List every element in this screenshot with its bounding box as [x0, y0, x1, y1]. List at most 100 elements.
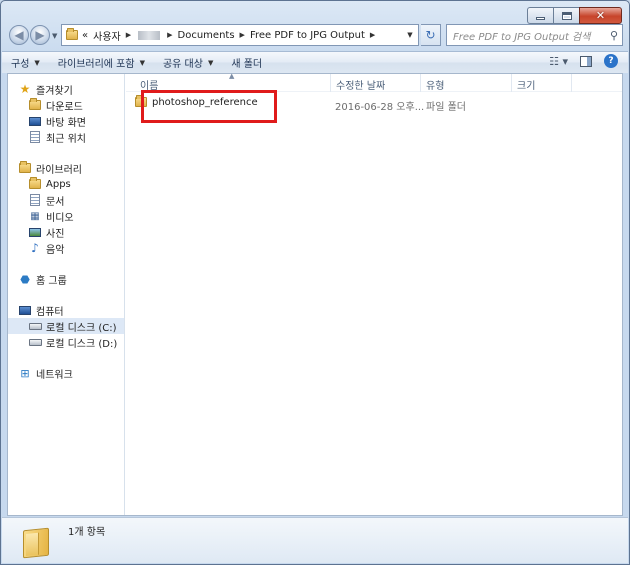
sidebar-item-homegroup[interactable]: ⬣ 홈 그룹 — [18, 271, 124, 287]
chevron-right-icon[interactable]: ▶ — [370, 31, 375, 39]
include-in-library-label: 라이브러리에 포함 — [57, 59, 135, 70]
file-type: 파일 폴더 — [426, 102, 466, 113]
homegroup-icon: ⬣ — [20, 272, 30, 286]
sidebar-label: 최근 위치 — [46, 133, 86, 145]
sidebar-label: 네트워크 — [36, 369, 73, 381]
help-icon[interactable]: ? — [604, 54, 618, 68]
folder-icon — [23, 527, 49, 559]
sidebar-item-desktop[interactable]: 바탕 화면 — [28, 113, 124, 129]
new-folder-button[interactable]: 새 폴더 — [222, 53, 271, 73]
sidebar-item-local-disk-d[interactable]: 로컬 디스크 (D:) — [28, 334, 124, 350]
sidebar-label: 음악 — [46, 244, 65, 256]
sidebar-item-music[interactable]: ♪ 음악 — [28, 240, 124, 256]
address-segment-documents[interactable]: Documents — [178, 30, 235, 41]
pictures-icon — [28, 226, 42, 238]
sidebar-label: Apps — [46, 178, 71, 190]
sidebar-item-libraries[interactable]: 라이브러리 — [18, 160, 124, 176]
refresh-icon: ↻ — [425, 28, 436, 42]
sidebar-item-pictures[interactable]: 사진 — [28, 224, 124, 240]
include-in-library-button[interactable]: 라이브러리에 포함 ▼ — [49, 53, 154, 73]
window-controls: ✕ — [527, 7, 622, 24]
recent-pages-dropdown-icon[interactable]: ▼ — [52, 32, 57, 40]
preview-pane-icon[interactable] — [580, 55, 592, 67]
maximize-icon — [561, 11, 572, 20]
address-segment-users[interactable]: 사용자 — [93, 28, 121, 43]
nav-buttons: ◀ ▶ ▼ — [7, 24, 59, 46]
sidebar-label: 컴퓨터 — [36, 306, 64, 318]
sidebar-label: 홈 그룹 — [36, 275, 67, 287]
sidebar-label: 다운로드 — [46, 101, 83, 113]
column-divider[interactable] — [420, 74, 421, 92]
command-bar: 구성 ▼ 라이브러리에 포함 ▼ 공유 대상 ▼ 새 폴더 ☷ ▾ ? — [2, 51, 628, 73]
address-overflow[interactable]: « — [82, 30, 88, 41]
column-header-type[interactable]: 유형 — [426, 77, 444, 92]
sidebar-item-local-disk-c[interactable]: 로컬 디스크 (C:) — [8, 318, 124, 334]
address-bar[interactable]: « 사용자 ▶ ▶ Documents ▶ Free PDF to JPG Ou… — [61, 24, 419, 46]
sidebar-item-documents[interactable]: 문서 — [28, 192, 124, 208]
chevron-down-icon: ▼ — [139, 58, 145, 67]
address-dropdown-icon[interactable]: ▼ — [402, 25, 418, 45]
item-count: 1개 항목 — [68, 527, 106, 538]
organize-label: 구성 — [11, 59, 30, 70]
share-with-label: 공유 대상 — [162, 59, 203, 70]
sidebar-item-downloads[interactable]: 다운로드 — [28, 97, 124, 113]
back-button[interactable]: ◀ — [9, 25, 29, 45]
highlight-box — [141, 90, 277, 123]
sidebar-label: 즐겨찾기 — [36, 85, 73, 97]
network-icon: ⊞ — [20, 366, 30, 380]
chevron-right-icon[interactable]: ▶ — [240, 31, 245, 39]
view-options-icon[interactable]: ☷ ▾ — [549, 55, 568, 68]
sidebar-label: 사진 — [46, 228, 65, 240]
music-icon: ♪ — [31, 241, 39, 255]
computer-icon — [18, 304, 32, 316]
close-icon: ✕ — [595, 9, 606, 22]
refresh-button[interactable]: ↻ — [421, 24, 441, 46]
sidebar-label: 문서 — [46, 196, 65, 208]
minimize-button[interactable] — [527, 7, 553, 24]
libraries-icon — [18, 161, 32, 174]
column-divider[interactable] — [571, 74, 572, 92]
maximize-button[interactable] — [553, 7, 579, 24]
file-list: 이름 ▲ 수정한 날짜 유형 크기 photoshop_reference 20… — [126, 72, 622, 515]
column-header-date[interactable]: 수정한 날짜 — [336, 77, 385, 92]
search-box[interactable]: Free PDF to JPG Output 검색 ⚲ — [446, 24, 623, 46]
minimize-icon — [536, 17, 545, 20]
column-divider[interactable] — [511, 74, 512, 92]
sidebar-item-apps[interactable]: Apps — [28, 176, 124, 192]
sidebar-item-computer[interactable]: 컴퓨터 — [18, 302, 124, 318]
sidebar-label: 로컬 디스크 (C:) — [46, 322, 117, 334]
organize-button[interactable]: 구성 ▼ — [2, 53, 49, 73]
sidebar-item-recent-places[interactable]: 최근 위치 — [28, 129, 124, 145]
column-header-size[interactable]: 크기 — [517, 77, 535, 92]
explorer-window: ✕ ◀ ▶ ▼ « 사용자 ▶ ▶ Documents ▶ Free PDF t… — [0, 0, 630, 565]
back-arrow-icon: ◀ — [14, 28, 24, 42]
sidebar-item-videos[interactable]: ▦ 비디오 — [28, 208, 124, 224]
navigation-pane: ★ 즐겨찾기 다운로드 바탕 화면 최근 위치 라이브러리 Apps 문서 ▦ … — [8, 74, 125, 515]
address-segment-output[interactable]: Free PDF to JPG Output — [250, 30, 365, 41]
close-button[interactable]: ✕ — [579, 7, 622, 24]
column-divider[interactable] — [330, 74, 331, 92]
chevron-right-icon[interactable]: ▶ — [167, 31, 172, 39]
documents-icon — [28, 194, 42, 206]
forward-arrow-icon: ▶ — [35, 28, 45, 42]
new-folder-label: 새 폴더 — [231, 59, 263, 70]
search-input[interactable]: Free PDF to JPG Output 검색 — [447, 28, 606, 43]
downloads-folder-icon — [28, 98, 42, 111]
search-icon[interactable]: ⚲ — [606, 29, 622, 42]
view-controls: ☷ ▾ ? — [549, 54, 618, 68]
sort-ascending-icon: ▲ — [229, 72, 235, 80]
forward-button[interactable]: ▶ — [30, 25, 50, 45]
sidebar-label: 비디오 — [46, 212, 74, 224]
sidebar-item-favorites[interactable]: ★ 즐겨찾기 — [18, 81, 124, 97]
share-with-button[interactable]: 공유 대상 ▼ — [154, 53, 222, 73]
details-pane: 1개 항목 — [2, 517, 628, 563]
sidebar-item-network[interactable]: ⊞ 네트워크 — [18, 365, 124, 381]
recent-places-icon — [28, 131, 42, 143]
chevron-right-icon[interactable]: ▶ — [126, 31, 131, 39]
file-date: 2016-06-28 오후... — [335, 102, 425, 113]
folder-icon — [66, 28, 78, 40]
chevron-down-icon: ▼ — [34, 58, 40, 67]
redacted-username[interactable] — [138, 30, 161, 40]
video-icon: ▦ — [30, 210, 40, 222]
folder-icon — [28, 177, 42, 190]
